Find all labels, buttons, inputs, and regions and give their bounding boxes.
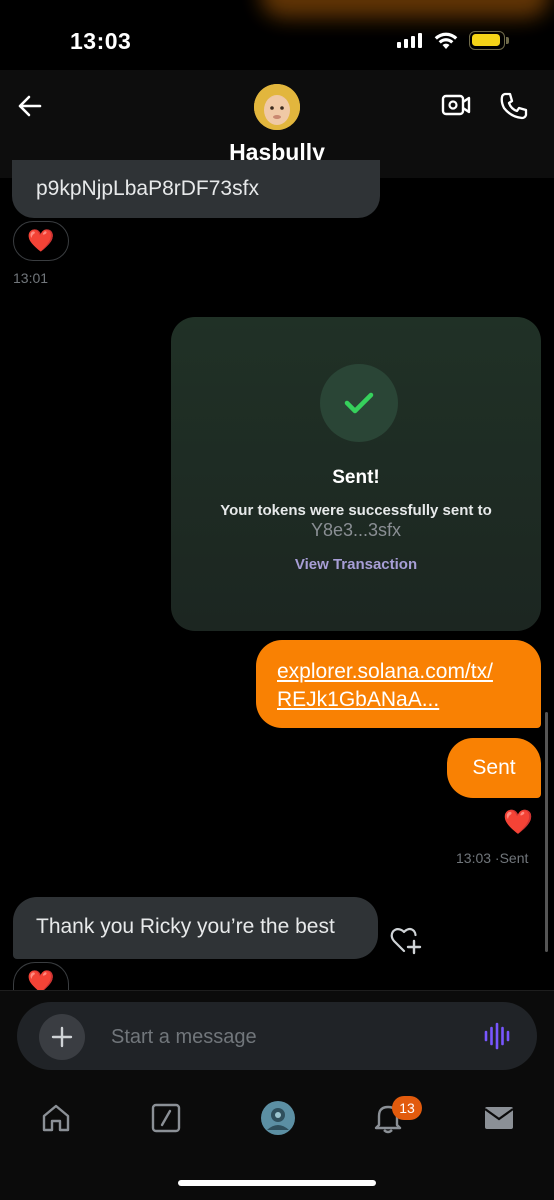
message-bubble-incoming[interactable]: p9kpNjpLbaP8rDF73sfx	[12, 160, 380, 218]
arrow-left-icon[interactable]	[14, 90, 46, 122]
wifi-icon	[434, 32, 458, 49]
reaction-heart[interactable]: ❤️	[503, 808, 533, 837]
message-timestamp-sent: 13:03 ·Sent	[456, 850, 529, 866]
video-call-icon[interactable]	[440, 90, 472, 120]
transaction-card[interactable]: Sent! Your tokens were successfully sent…	[171, 317, 541, 631]
grok-icon[interactable]	[148, 1100, 184, 1136]
communities-avatar-icon[interactable]	[260, 1100, 296, 1136]
message-bubble-incoming[interactable]: Thank you Ricky you’re the best	[13, 897, 378, 959]
notifications-badge: 13	[392, 1096, 422, 1120]
check-icon	[320, 364, 398, 442]
message-bubble-outgoing[interactable]: Sent	[447, 738, 541, 798]
message-timestamp: 13:01	[13, 270, 49, 286]
envelope-icon[interactable]	[481, 1100, 517, 1136]
contact-avatar[interactable]	[254, 84, 300, 130]
transaction-title: Sent!	[332, 467, 380, 488]
link-text-line-1[interactable]: explorer.solana.com/tx/	[277, 658, 541, 686]
message-input[interactable]	[109, 1015, 453, 1059]
home-icon[interactable]	[38, 1100, 74, 1136]
scrollbar[interactable]	[545, 712, 548, 952]
link-text-line-2[interactable]: REJk1GbANaA...	[277, 686, 541, 714]
message-composer[interactable]	[17, 1002, 537, 1070]
view-transaction-link[interactable]: View Transaction	[171, 556, 541, 573]
home-indicator[interactable]	[178, 1180, 376, 1186]
recipient-address: Y8e3...3sfx	[310, 520, 402, 540]
add-reaction-icon[interactable]	[389, 925, 423, 955]
reaction-heart[interactable]: ❤️	[13, 221, 69, 261]
transaction-subtitle: Your tokens were successfully sent to	[220, 502, 492, 519]
phone-icon[interactable]	[498, 90, 530, 122]
reaction-heart[interactable]: ❤️	[13, 962, 69, 994]
battery-icon	[469, 31, 509, 50]
status-glow	[260, 0, 550, 18]
add-attachment-button[interactable]	[39, 1014, 85, 1060]
voice-message-icon[interactable]	[483, 1022, 513, 1050]
plus-icon	[51, 1026, 73, 1048]
status-time: 13:03	[70, 28, 132, 54]
signal-icon	[397, 33, 422, 48]
message-bubble-outgoing-link[interactable]: explorer.solana.com/tx/ REJk1GbANaA...	[256, 640, 541, 728]
